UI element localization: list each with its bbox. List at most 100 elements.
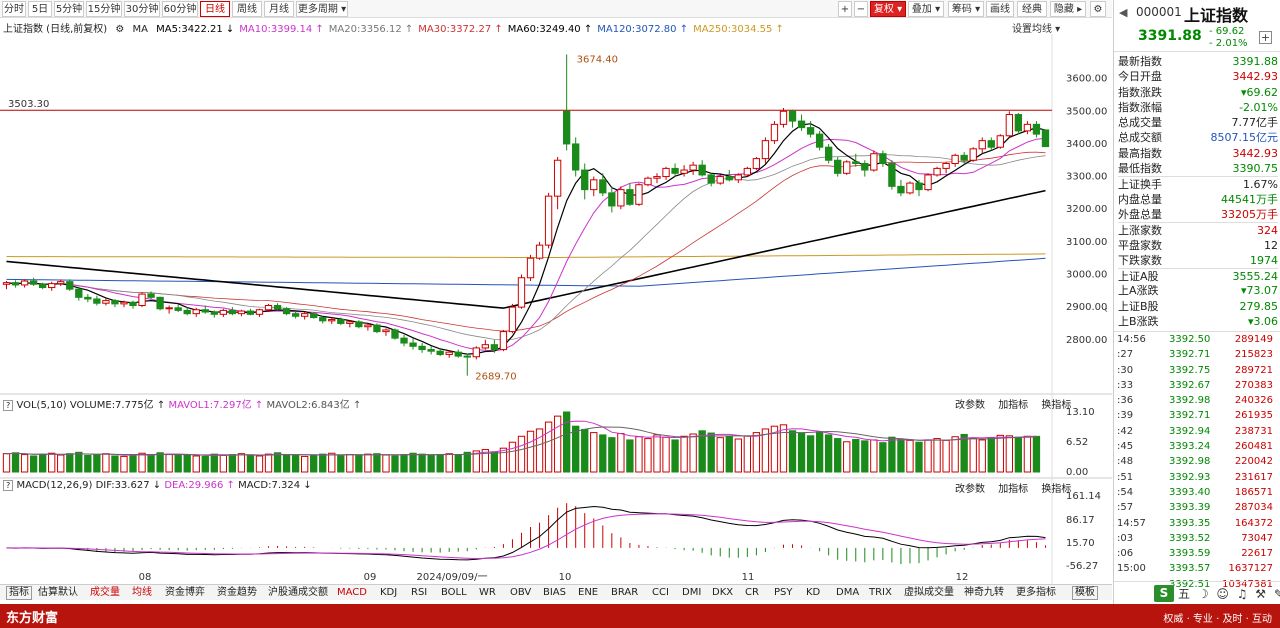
candle-body <box>418 345 426 351</box>
tick-price: 3392.98 <box>1169 456 1211 468</box>
indicator-tab[interactable]: OBV <box>510 586 531 600</box>
volume-bar <box>635 436 643 473</box>
period-button[interactable]: 日线 <box>200 1 230 17</box>
set-ma-button[interactable]: 设置均线 ▾ <box>1012 20 1060 35</box>
tick-row: :39 3392.71 261935 <box>1114 408 1280 423</box>
indicator-tab[interactable]: CR <box>745 586 759 600</box>
macd-add-indicator[interactable]: 加指标 <box>998 484 1028 495</box>
volume-bar <box>246 454 255 473</box>
indicator-tab[interactable]: 神奇九转 <box>964 586 1004 600</box>
volume-bar <box>2 453 11 473</box>
candle-body <box>852 161 860 165</box>
indicator-tab[interactable]: 指标 <box>6 586 32 600</box>
chips-button[interactable]: 筹码 ▾ <box>948 1 984 17</box>
stat-value: ▾73.07 <box>1240 284 1278 298</box>
indicator-tab[interactable]: 虚拟成交量 <box>904 586 954 600</box>
zoom-out-button[interactable]: − <box>854 1 868 17</box>
indicator-tab[interactable]: BOLL <box>441 586 467 600</box>
candle-body <box>1014 114 1023 132</box>
draw-line-button[interactable]: 画线 <box>986 1 1014 17</box>
classic-button[interactable]: 经典 <box>1017 1 1047 17</box>
tick-row: :54 3393.40 186571 <box>1114 485 1280 500</box>
period-button[interactable]: 30分钟 <box>124 1 160 17</box>
period-button[interactable]: 分时 <box>2 1 26 17</box>
indicator-tab[interactable]: ENE <box>578 586 598 600</box>
indicator-tab[interactable]: 估算默认 <box>38 586 78 600</box>
tick-price: 3393.24 <box>1169 441 1211 453</box>
tick-time: 15:00 <box>1117 563 1146 575</box>
period-button[interactable]: 5日 <box>28 1 52 17</box>
period-button[interactable]: 更多周期 ▾ <box>296 1 348 17</box>
indicator-tab[interactable]: WR <box>479 586 496 600</box>
stat-value: 3442.93 <box>1232 146 1279 160</box>
footer-tool-icons[interactable]: 五 ☽ ☺ ♫ ⚒ ✎ <box>1178 585 1280 602</box>
indicator-tab[interactable]: 沪股通成交额 <box>268 586 328 600</box>
app-logo-icon[interactable]: S <box>1154 585 1174 602</box>
brand-logo: 东方财富 <box>6 611 59 626</box>
indicator-tab[interactable]: DKX <box>712 586 733 600</box>
indicator-tab[interactable]: 更多指标 <box>1016 586 1056 600</box>
stat-value: 3390.75 <box>1232 162 1279 176</box>
mavol2-value: MAVOL2:6.843亿 ↑ <box>266 400 362 411</box>
indicator-tab[interactable]: KD <box>806 586 820 600</box>
prev-stock-icon[interactable]: ◀ <box>1119 6 1127 19</box>
macd-help-icon[interactable]: ? <box>3 480 14 491</box>
indicator-tab[interactable]: 资金博弈 <box>165 586 205 600</box>
period-button[interactable]: 周线 <box>232 1 262 17</box>
price-axis-label: 2800.00 <box>1066 335 1107 346</box>
vol-change-param[interactable]: 改参数 <box>955 400 985 411</box>
settings-gear-icon[interactable]: ⚙ <box>1090 1 1106 17</box>
candle-body <box>463 355 471 358</box>
add-watchlist-icon[interactable]: + <box>1259 31 1272 44</box>
indicator-tab[interactable]: KDJ <box>380 586 397 600</box>
volume-bar <box>400 454 408 473</box>
volume-bar <box>906 439 914 473</box>
macd-switch-indicator[interactable]: 换指标 <box>1041 484 1071 495</box>
period-button[interactable]: 60分钟 <box>162 1 198 17</box>
volume-bar <box>1005 435 1014 473</box>
macd-change-param[interactable]: 改参数 <box>955 484 985 495</box>
vol-help-icon[interactable]: ? <box>3 400 14 411</box>
indicator-tab[interactable]: 资金趋势 <box>217 586 257 600</box>
candle-body <box>210 311 218 315</box>
indicator-tab[interactable]: DMA <box>836 586 859 600</box>
indicator-tab[interactable]: MACD <box>337 586 367 600</box>
tick-price: 3393.59 <box>1169 548 1211 560</box>
indicator-tab[interactable]: 均线 <box>132 586 152 600</box>
overlay-button[interactable]: 叠加 ▾ <box>908 1 944 17</box>
candle-body <box>93 298 101 304</box>
adjust-fq-button[interactable]: 复权 ▾ <box>870 1 906 17</box>
vol-switch-indicator[interactable]: 换指标 <box>1041 400 1071 411</box>
vol-add-indicator[interactable]: 加指标 <box>998 400 1028 411</box>
zoom-in-button[interactable]: + <box>838 1 852 17</box>
candle-body <box>608 192 616 207</box>
indicator-tab[interactable]: 成交量 <box>90 586 120 600</box>
indicator-tab[interactable]: BIAS <box>543 586 566 600</box>
tick-time: 14:56 <box>1117 334 1146 345</box>
chart-area[interactable]: 3600.00 3500.00 3400.00 3300.00 3200.00 3100.… <box>0 34 1112 584</box>
volume-bar <box>590 432 598 473</box>
volume-bar <box>626 439 634 473</box>
candle-body <box>291 313 300 317</box>
collapse-handle-icon[interactable]: ‹ <box>1104 305 1108 316</box>
macd-axis-label: -56.27 <box>1066 561 1098 572</box>
stat-value: 44541万手 <box>1221 192 1278 206</box>
indicator-tab[interactable]: PSY <box>774 586 793 600</box>
indicator-tab[interactable]: 模板 <box>1072 586 1098 600</box>
volume-bar <box>535 428 544 473</box>
hide-button[interactable]: 隐藏 ▸ <box>1050 1 1086 17</box>
period-button[interactable]: 5分钟 <box>54 1 84 17</box>
tick-row: 14:57 3393.35 164372 <box>1114 516 1280 531</box>
tick-time: :42 <box>1117 425 1134 437</box>
candle-body <box>815 133 824 148</box>
indicator-tab[interactable]: CCI <box>652 586 669 600</box>
period-button[interactable]: 15分钟 <box>86 1 122 17</box>
indicator-tab[interactable]: TRIX <box>869 586 892 600</box>
tick-volume: 215823 <box>1234 349 1273 361</box>
indicator-tab[interactable]: BRAR <box>611 586 638 600</box>
period-button[interactable]: 月线 <box>264 1 294 17</box>
indicator-tab[interactable]: DMI <box>682 586 701 600</box>
quote-footer: S 五 ☽ ☺ ♫ ⚒ ✎ <box>1114 581 1280 604</box>
indicator-tab[interactable]: RSI <box>411 586 427 600</box>
candle-body <box>319 317 327 322</box>
